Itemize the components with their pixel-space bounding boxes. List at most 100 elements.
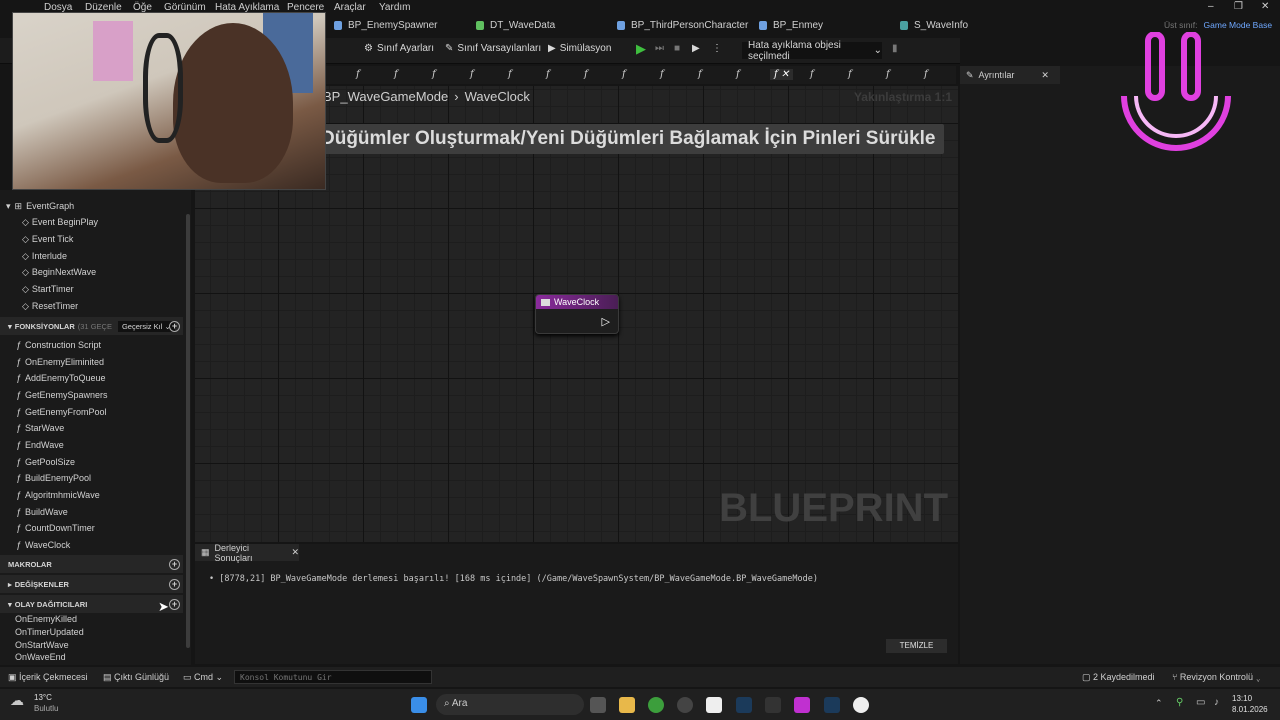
- minimize-icon[interactable]: –: [1208, 1, 1214, 12]
- function-item[interactable]: ƒ WaveClock: [0, 537, 183, 553]
- event-graph-item[interactable]: ▾ ⊞ EventGraph: [0, 198, 183, 214]
- more-options-icon[interactable]: ⋮: [712, 43, 722, 54]
- weather-temp[interactable]: 13°C: [34, 693, 52, 702]
- tab-bp-enemyspawner[interactable]: BP_EnemySpawner: [334, 20, 438, 31]
- add-variable-icon[interactable]: +: [169, 578, 180, 590]
- function-item[interactable]: ƒ Construction Script: [0, 337, 183, 353]
- clear-button[interactable]: TEMİZLE: [886, 639, 947, 653]
- function-tab-icon[interactable]: f: [394, 69, 398, 80]
- store-icon[interactable]: [706, 697, 722, 713]
- event-item[interactable]: ◇ Event BeginPlay: [0, 214, 183, 230]
- parent-class-link[interactable]: Game Mode Base: [1204, 20, 1273, 30]
- task-view-icon[interactable]: [590, 697, 606, 713]
- stop-icon[interactable]: ■: [674, 43, 680, 54]
- menu-help[interactable]: Yardım: [379, 2, 411, 13]
- windows-start-icon[interactable]: [411, 697, 427, 713]
- class-defaults-button[interactable]: ✎ Sınıf Varsayılanları: [445, 43, 541, 54]
- event-item[interactable]: ◇ BeginNextWave: [0, 264, 183, 280]
- function-item[interactable]: ƒ StarWave: [0, 420, 183, 436]
- function-item[interactable]: ƒ EndWave: [0, 437, 183, 453]
- tab-bp-enmey[interactable]: BP_Enmey: [759, 20, 823, 31]
- class-settings-button[interactable]: ⚙ Sınıf Ayarları: [364, 43, 434, 54]
- function-entry-node[interactable]: WaveClock ▷: [535, 294, 619, 334]
- function-item[interactable]: ƒ BuildWave: [0, 504, 183, 520]
- dispatcher-item[interactable]: OnStartWave: [0, 639, 183, 651]
- event-item[interactable]: ◇ StartTimer: [0, 281, 183, 297]
- function-item[interactable]: ƒ BuildEnemyPool: [0, 470, 183, 486]
- step-icon[interactable]: ⏭: [655, 43, 664, 54]
- taskbar-search[interactable]: ⌕ Ara: [436, 694, 584, 715]
- console-input[interactable]: [234, 670, 432, 684]
- tab-s-waveinfo[interactable]: S_WaveInfo: [900, 20, 968, 31]
- function-tab-icon[interactable]: f: [848, 69, 852, 80]
- function-tab-active[interactable]: f ✕: [770, 69, 794, 80]
- app-icon[interactable]: [794, 697, 810, 713]
- function-tab-icon[interactable]: f: [698, 69, 702, 80]
- function-item[interactable]: ƒ GetEnemySpawners: [0, 387, 183, 403]
- function-item[interactable]: ƒ AddEnemyToQueue: [0, 370, 183, 386]
- cmd-dropdown[interactable]: ▭ Cmd ⌄: [183, 672, 223, 683]
- chrome-icon[interactable]: [648, 697, 664, 713]
- compiler-results-tab[interactable]: ▦ Derleyici Sonuçları ✕: [195, 543, 299, 563]
- maximize-icon[interactable]: ❐: [1234, 1, 1243, 12]
- tab-bp-thirdpersoncharacter[interactable]: BP_ThirdPersonCharacter: [617, 20, 748, 31]
- play-icon[interactable]: ▶: [636, 41, 646, 57]
- function-tab-icon[interactable]: f: [356, 69, 360, 80]
- speaker-icon[interactable]: ♪: [1214, 697, 1219, 708]
- functions-section-header[interactable]: ▾ FONKSİYONLAR (31 GEÇE Geçersiz Kıl ⌄ +: [0, 317, 183, 335]
- revision-control-button[interactable]: ⑂ Revizyon Kontrolü ⌄: [1172, 672, 1261, 682]
- clock-time[interactable]: 13:10: [1232, 694, 1252, 703]
- file-explorer-icon[interactable]: [619, 697, 635, 713]
- left-panel-scrollbar[interactable]: [186, 214, 190, 648]
- steam-icon[interactable]: [824, 697, 840, 713]
- function-item[interactable]: ƒ GetPoolSize: [0, 454, 183, 470]
- function-tab-icon[interactable]: f: [924, 69, 928, 80]
- dispatcher-item[interactable]: OnWaveEnd: [0, 651, 183, 663]
- function-item[interactable]: ƒ OnEnemyEliminited: [0, 354, 183, 370]
- tab-dt-wavedata[interactable]: DT_WaveData: [476, 20, 555, 31]
- github-icon[interactable]: [677, 697, 693, 713]
- function-tab-icon[interactable]: f: [810, 69, 814, 80]
- variables-section-header[interactable]: ▸ DEĞİŞKENLER +: [0, 575, 183, 593]
- function-item[interactable]: ƒ AlgoritmhmicWave: [0, 487, 183, 503]
- output-log-button[interactable]: ▤ Çıktı Günlüğü: [103, 672, 169, 683]
- debug-object-dropdown[interactable]: Hata ayıklama objesi seçilmedi ⌄: [742, 40, 882, 62]
- eject-icon[interactable]: ▶: [692, 43, 700, 54]
- function-item[interactable]: ƒ CountDownTimer: [0, 520, 183, 536]
- menu-tools[interactable]: Araçlar: [334, 2, 366, 13]
- epic-games-icon[interactable]: [765, 697, 781, 713]
- details-tab[interactable]: ✎ Ayrıntılar ✕: [960, 66, 1060, 84]
- tray-chevron-up-icon[interactable]: ⌃: [1155, 698, 1163, 709]
- override-dropdown[interactable]: Geçersiz Kıl ⌄: [117, 320, 175, 332]
- add-dispatcher-icon[interactable]: +: [169, 598, 180, 610]
- dispatcher-item[interactable]: OnTimerUpdated: [0, 626, 183, 638]
- function-tab-icon[interactable]: f: [584, 69, 588, 80]
- event-item[interactable]: ◇ Event Tick: [0, 231, 183, 247]
- unreal-engine-icon[interactable]: [853, 697, 869, 713]
- function-tab-icon[interactable]: f: [660, 69, 664, 80]
- network-icon[interactable]: ▭: [1196, 697, 1205, 708]
- add-macro-icon[interactable]: +: [169, 558, 180, 570]
- event-item[interactable]: ◇ Interlude: [0, 248, 183, 264]
- breadcrumb-root[interactable]: BP_WaveGameMode: [323, 89, 448, 104]
- close-tab-icon[interactable]: ✕: [291, 547, 299, 558]
- steam-icon[interactable]: [736, 697, 752, 713]
- close-tab-icon[interactable]: ✕: [1041, 70, 1049, 81]
- add-function-icon[interactable]: +: [169, 320, 180, 332]
- function-tab-icon[interactable]: f: [432, 69, 436, 80]
- exec-pin-icon[interactable]: ▷: [602, 315, 610, 328]
- function-tab-icon[interactable]: f: [622, 69, 626, 80]
- dispatchers-section-header[interactable]: ▾ OLAY DAĞITICILARI +: [0, 595, 183, 613]
- close-icon[interactable]: ✕: [1261, 1, 1269, 12]
- simulation-button[interactable]: ▶ Simülasyon: [548, 43, 611, 54]
- function-tab-icon[interactable]: f: [508, 69, 512, 80]
- event-item[interactable]: ◇ ResetTimer: [0, 298, 183, 314]
- unsaved-button[interactable]: ▢ 2 Kaydedilmedi: [1082, 672, 1155, 683]
- function-tab-icon[interactable]: f: [886, 69, 890, 80]
- dispatcher-item[interactable]: OnEnemyKilled: [0, 613, 183, 625]
- debug-browse-icon[interactable]: ▮: [892, 43, 898, 54]
- content-drawer-button[interactable]: ▣ İçerik Çekmecesi: [8, 672, 88, 683]
- microphone-icon[interactable]: ⚲: [1176, 697, 1183, 708]
- function-tab-icon[interactable]: f: [736, 69, 740, 80]
- function-tab-icon[interactable]: f: [546, 69, 550, 80]
